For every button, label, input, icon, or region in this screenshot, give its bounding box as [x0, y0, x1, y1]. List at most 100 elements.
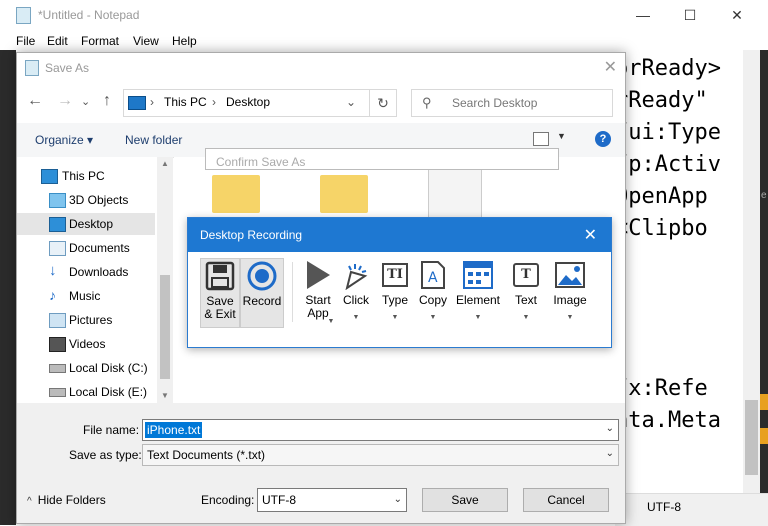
chevron-down-icon[interactable]: ▼: [378, 314, 412, 321]
breadcrumb-this-pc[interactable]: This PC: [164, 95, 207, 109]
tree-item-label: Music: [69, 289, 101, 303]
notepad-scrollbar[interactable]: [743, 50, 760, 493]
click-button[interactable]: Click ▼: [338, 258, 374, 326]
new-folder-button[interactable]: New folder: [125, 133, 182, 147]
cancel-button[interactable]: Cancel: [523, 488, 609, 512]
search-placeholder: Search Desktop: [452, 96, 538, 110]
file-name-label: File name:: [83, 423, 140, 437]
chevron-down-icon[interactable]: ▼: [557, 131, 566, 141]
file-name-input[interactable]: iPhone.txt ⌄: [142, 419, 619, 441]
save-as-title: Save As: [45, 61, 90, 75]
close-button[interactable]: ✕: [714, 0, 760, 30]
scroll-thumb[interactable]: [745, 400, 758, 475]
search-icon: ⚲: [422, 95, 432, 110]
tree-item-label: Pictures: [69, 313, 113, 327]
close-icon[interactable]: ✕: [604, 57, 617, 77]
breadcrumb-desktop[interactable]: Desktop: [226, 95, 270, 109]
close-icon[interactable]: ✕: [584, 225, 597, 245]
tree-item-desktop[interactable]: Desktop: [17, 213, 155, 235]
encoding-select[interactable]: UTF-8 ⌄: [257, 488, 407, 512]
chevron-down-icon[interactable]: ▼: [416, 314, 450, 321]
cursor-click-icon: [338, 260, 374, 290]
view-options-icon[interactable]: [533, 132, 549, 146]
file-name-value: iPhone.txt: [145, 422, 203, 438]
maximize-button[interactable]: ☐: [667, 0, 713, 30]
tree-item-documents[interactable]: Documents: [17, 237, 155, 259]
minimize-button[interactable]: —: [620, 0, 666, 30]
record-button[interactable]: Record: [240, 258, 284, 328]
forward-arrow-icon[interactable]: →: [57, 92, 73, 110]
back-arrow-icon[interactable]: ←: [27, 92, 43, 110]
notepad-text-area[interactable]: orReady> rReady" /ui:Type /p:Activ OpenA…: [615, 50, 743, 493]
tree-item-label: 3D Objects: [69, 193, 129, 207]
menu-file[interactable]: File: [16, 34, 35, 48]
chevron-down-icon[interactable]: ▼: [548, 314, 592, 321]
code-line: <Clipbo: [615, 216, 708, 241]
address-bar[interactable]: › This PC › Desktop ⌄: [123, 89, 397, 117]
notepad-titlebar[interactable]: *Untitled - Notepad — ☐ ✕: [0, 0, 768, 30]
chevron-down-icon[interactable]: ⌄: [606, 448, 614, 459]
save-exit-button[interactable]: Save & Exit: [200, 258, 240, 328]
tool-label: Text: [514, 293, 537, 307]
element-button[interactable]: Element ▼: [454, 258, 502, 326]
code-line: orReady>: [615, 56, 721, 81]
hide-folders-button[interactable]: ^ Hide Folders: [27, 493, 106, 507]
save-button[interactable]: Save: [422, 488, 508, 512]
search-box[interactable]: ⚲ Search Desktop: [411, 89, 613, 117]
tree-item-local-disk-e[interactable]: Local Disk (E:): [17, 381, 155, 403]
save-form: File name: iPhone.txt ⌄ Save as type: Te…: [17, 403, 625, 523]
navigation-bar: ← → ⌄ ↑ › This PC › Desktop ⌄ ↻ ⚲ Search…: [17, 87, 625, 119]
folder-icon[interactable]: [212, 175, 260, 213]
menu-view[interactable]: View: [133, 34, 159, 48]
tree-scrollbar[interactable]: ▲ ▼: [157, 157, 173, 403]
confirm-save-as-title: Confirm Save As: [216, 155, 306, 169]
desktop-recording-panel: Desktop Recording ✕ Save & Exit Record S…: [187, 217, 612, 348]
chevron-down-icon[interactable]: ⌄: [346, 95, 356, 109]
copy-button[interactable]: A Copy ▼: [416, 258, 450, 326]
chevron-down-icon[interactable]: ⌄: [606, 423, 614, 434]
save-type-value: Text Documents (*.txt): [147, 448, 266, 462]
image-button[interactable]: Image ▼: [548, 258, 592, 326]
text-file-icon[interactable]: [428, 169, 482, 221]
scroll-thumb[interactable]: [160, 275, 170, 379]
scroll-down-icon[interactable]: ▼: [161, 391, 169, 400]
start-app-button[interactable]: Start App ▼: [298, 258, 338, 326]
folder-icon[interactable]: [320, 175, 368, 213]
play-icon: [298, 260, 338, 290]
type-icon: TI: [378, 260, 412, 290]
tree-item-this-pc[interactable]: This PC: [17, 165, 155, 187]
record-icon: [241, 261, 283, 291]
organize-button[interactable]: Organize ▾: [35, 133, 93, 147]
tree-item-3d-objects[interactable]: 3D Objects: [17, 189, 155, 211]
tree-item-local-disk-c[interactable]: Local Disk (C:): [17, 357, 155, 379]
up-arrow-icon[interactable]: ↑: [103, 92, 111, 110]
menu-format[interactable]: Format: [81, 34, 119, 48]
chevron-down-icon[interactable]: ⌄: [394, 494, 402, 505]
tree-item-videos[interactable]: Videos: [17, 333, 155, 355]
help-icon[interactable]: ?: [595, 131, 611, 147]
tree-item-pictures[interactable]: Pictures: [17, 309, 155, 331]
code-line: OpenApp: [615, 184, 708, 209]
notepad-title: *Untitled - Notepad: [38, 8, 140, 22]
menu-edit[interactable]: Edit: [47, 34, 68, 48]
videos-icon: [49, 337, 66, 352]
recent-dropdown-icon[interactable]: ⌄: [81, 95, 90, 108]
menu-help[interactable]: Help: [172, 34, 197, 48]
type-button[interactable]: TI Type ▼: [378, 258, 412, 326]
refresh-button[interactable]: ↻: [369, 89, 397, 117]
save-as-titlebar[interactable]: Save As ✕: [17, 53, 625, 83]
chevron-down-icon[interactable]: ▼: [508, 314, 544, 321]
chevron-down-icon[interactable]: ▼: [324, 318, 338, 325]
tree-item-downloads[interactable]: ↓ Downloads: [17, 261, 155, 283]
chevron-down-icon[interactable]: ▼: [338, 314, 374, 321]
code-line: ata.Meta: [615, 408, 721, 433]
encoding-label: Encoding:: [201, 493, 255, 507]
tree-item-music[interactable]: ♪ Music: [17, 285, 155, 307]
scroll-up-icon[interactable]: ▲: [161, 159, 169, 168]
recording-titlebar[interactable]: Desktop Recording ✕: [188, 218, 611, 252]
chevron-down-icon[interactable]: ▼: [454, 314, 502, 321]
tool-label: Click: [343, 293, 369, 307]
text-button[interactable]: T Text ▼: [508, 258, 544, 326]
save-type-select[interactable]: Text Documents (*.txt) ⌄: [142, 444, 619, 466]
navigation-tree: This PC 3D Objects Desktop Documents ↓ D…: [17, 157, 173, 403]
